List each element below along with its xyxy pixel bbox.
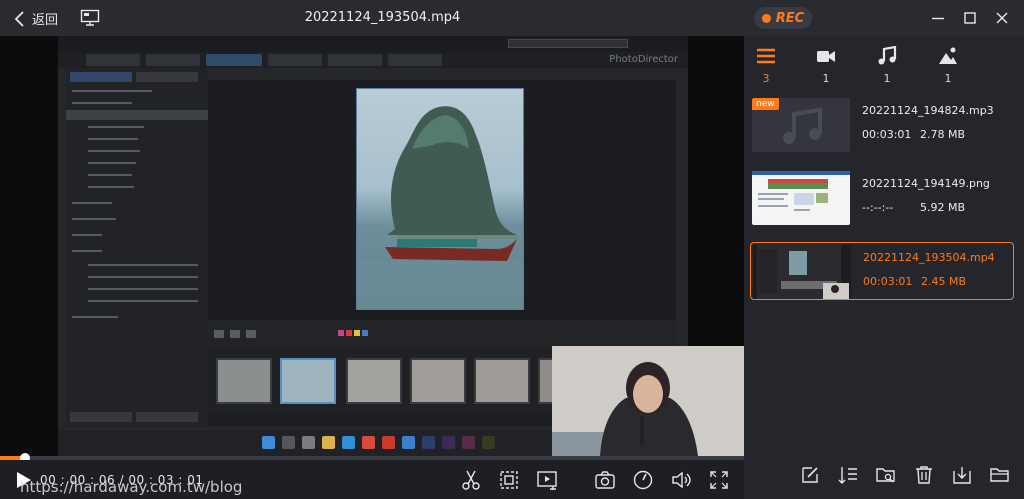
file-item-image[interactable]: 20221124_194149.png --:--:-- 5.92 MB xyxy=(750,169,1014,227)
webcam-overlay xyxy=(552,346,744,456)
file-name: 20221124_193504.mp4 xyxy=(863,251,995,264)
new-badge: new xyxy=(752,98,779,110)
title-bar: 返回 20221124_193504.mp4 REC xyxy=(0,0,1024,36)
sort-icon[interactable] xyxy=(838,465,858,485)
filter-image-count: 1 xyxy=(944,72,952,85)
volume-icon[interactable] xyxy=(670,469,692,491)
file-duration: 00:03:01 xyxy=(862,128,912,141)
video-export-icon[interactable] xyxy=(536,469,558,491)
file-item-video[interactable]: 20221124_193504.mp4 00:03:01 2.45 MB xyxy=(750,242,1014,300)
sidebar-toolbar xyxy=(744,461,1024,491)
filter-audio-tab[interactable]: 1 xyxy=(867,46,907,86)
music-icon xyxy=(878,46,897,65)
file-size: 2.45 MB xyxy=(921,275,967,288)
video-icon xyxy=(817,51,835,62)
chevron-left-icon xyxy=(14,10,24,27)
filter-all-count: 3 xyxy=(762,72,770,85)
rec-label: REC xyxy=(775,10,805,26)
image-thumbnail xyxy=(752,171,850,225)
filter-video-tab[interactable]: 1 xyxy=(806,46,846,86)
file-size: 5.92 MB xyxy=(920,201,966,214)
file-name: 20221124_194149.png xyxy=(862,177,990,190)
back-label: 返回 xyxy=(32,13,59,28)
filter-image-tab[interactable]: 1 xyxy=(928,46,968,86)
video-canvas[interactable]: PhotoDirector xyxy=(0,36,744,456)
delete-icon[interactable] xyxy=(914,465,934,485)
folder-open-icon[interactable] xyxy=(990,465,1010,485)
media-player-app: 返回 20221124_193504.mp4 REC PhotoDirector… xyxy=(0,0,1024,499)
crop-icon[interactable] xyxy=(498,469,520,491)
embedded-tabs xyxy=(58,52,688,68)
file-size: 2.78 MB xyxy=(920,128,966,141)
embedded-preview xyxy=(208,80,676,320)
watermark-url: https://hardaway.com.tw/blog xyxy=(20,478,243,496)
minimize-icon[interactable] xyxy=(930,10,946,26)
folder-search-icon[interactable] xyxy=(876,465,896,485)
close-icon[interactable] xyxy=(994,10,1010,26)
trim-icon[interactable] xyxy=(460,469,482,491)
file-item-audio[interactable]: new 20221124_194824.mp3 00:03:01 2.78 MB xyxy=(750,96,1014,154)
image-icon xyxy=(939,47,957,64)
back-button[interactable]: 返回 xyxy=(14,9,58,28)
file-sidebar: 3 1 1 1 new 20221124_194824.mp3 00:03:01… xyxy=(744,36,1024,499)
audio-thumbnail: new xyxy=(752,98,850,152)
file-duration: 00:03:01 xyxy=(863,275,913,288)
presenter-image xyxy=(552,346,744,456)
rock-island-image xyxy=(357,106,523,309)
video-thumbnail xyxy=(753,245,851,299)
embedded-library-panel xyxy=(66,68,208,428)
file-name: 20221124_194824.mp3 xyxy=(862,104,994,117)
snapshot-icon[interactable] xyxy=(594,469,616,491)
speed-icon[interactable] xyxy=(632,469,654,491)
embedded-app-brand: PhotoDirector xyxy=(609,54,678,65)
file-title: 20221124_193504.mp4 xyxy=(304,10,461,25)
list-icon xyxy=(757,48,775,64)
file-duration: --:--:-- xyxy=(862,201,894,214)
maximize-icon[interactable] xyxy=(962,10,978,26)
embedded-menubar xyxy=(58,36,688,52)
webpage-screenshot-image xyxy=(752,171,850,211)
video-frame-image xyxy=(757,245,849,299)
rec-dot-icon xyxy=(761,13,771,23)
fullscreen-icon[interactable] xyxy=(708,469,730,491)
preview-photo xyxy=(356,88,524,310)
export-icon[interactable] xyxy=(952,465,972,485)
edit-icon[interactable] xyxy=(800,465,820,485)
filter-audio-count: 1 xyxy=(883,72,891,85)
screen-icon[interactable] xyxy=(80,9,100,27)
filter-all-tab[interactable]: 3 xyxy=(746,46,786,86)
rec-button[interactable]: REC xyxy=(754,7,812,29)
filter-video-count: 1 xyxy=(822,72,830,85)
